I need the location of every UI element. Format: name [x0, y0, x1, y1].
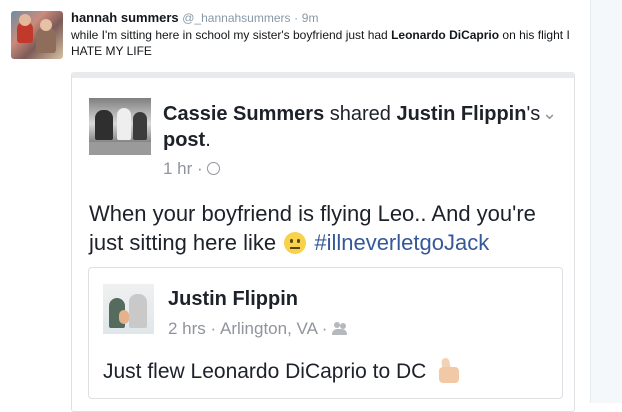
friends-icon [332, 322, 348, 335]
tweet-text-part1: while I'm sitting here in school my sist… [71, 28, 392, 42]
tweet-author-handle[interactable]: @_hannahsummers [182, 11, 290, 25]
neutral-face-emoji-icon [284, 232, 307, 254]
chevron-down-icon: ⌄ [542, 103, 558, 123]
possessive: 's [526, 103, 541, 125]
title-period: . [205, 129, 211, 151]
tweet-text: while I'm sitting here in school my sist… [71, 27, 581, 59]
tweet-text-bold: Leonardo DiCaprio [391, 28, 500, 42]
original-post-text: Just flew Leonardo DiCaprio to DC [103, 356, 462, 385]
meta-dot-2: · [321, 319, 328, 338]
tweet-timestamp[interactable]: 9m [302, 11, 319, 25]
original-post-author: Justin Flippin [168, 288, 298, 310]
original-post-body: Just flew Leonardo DiCaprio to DC [103, 360, 433, 383]
sharer-avatar [89, 98, 151, 155]
share-meta: 1 hr · [163, 158, 221, 180]
share-title: Cassie Summers shared Justin Flippin's p… [163, 101, 543, 153]
sharer-name: Cassie Summers [163, 103, 325, 125]
hashtag: #illneverletgoJack [314, 230, 490, 255]
right-rail [590, 0, 622, 403]
globe-icon [207, 162, 221, 175]
thumbs-up-emoji-icon [434, 356, 462, 384]
facebook-shared-post-screenshot: Cassie Summers shared Justin Flippin's p… [71, 72, 575, 412]
tweet-author-name[interactable]: hannah summers [71, 10, 179, 25]
original-post-card: Justin Flippin 2 hrs · Arlington, VA · J… [88, 267, 563, 399]
original-post-meta: 2 hrs · Arlington, VA · [168, 318, 348, 340]
tweet-author-avatar[interactable] [11, 11, 63, 59]
original-author-avatar [103, 284, 154, 334]
post-word: post [163, 129, 206, 151]
tweet-header: hannah summers @_hannahsummers · 9m [71, 9, 318, 27]
share-text: When your boyfriend is flying Leo.. And … [89, 199, 569, 257]
tweet-separator: · [294, 11, 299, 25]
original-post-location: Arlington, VA [220, 319, 318, 338]
original-post-time: 2 hrs [168, 319, 206, 338]
share-time: 1 hr [163, 159, 193, 178]
original-author-name: Justin Flippin [396, 103, 527, 125]
meta-dot-1: · [210, 319, 217, 338]
tweet: hannah summers @_hannahsummers · 9m whil… [0, 0, 590, 412]
share-meta-dot: · [197, 159, 203, 178]
shared-word: shared [324, 103, 397, 125]
